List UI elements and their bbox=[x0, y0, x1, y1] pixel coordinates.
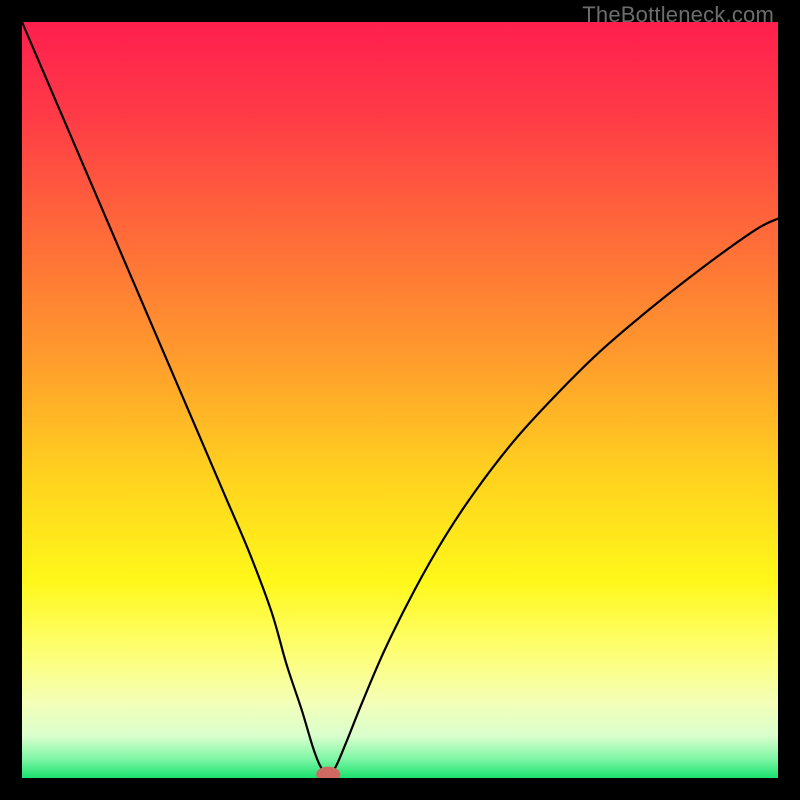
chart-frame bbox=[22, 22, 778, 778]
chart-background bbox=[22, 22, 778, 778]
watermark-text: TheBottleneck.com bbox=[582, 2, 774, 28]
bottleneck-chart bbox=[22, 22, 778, 778]
